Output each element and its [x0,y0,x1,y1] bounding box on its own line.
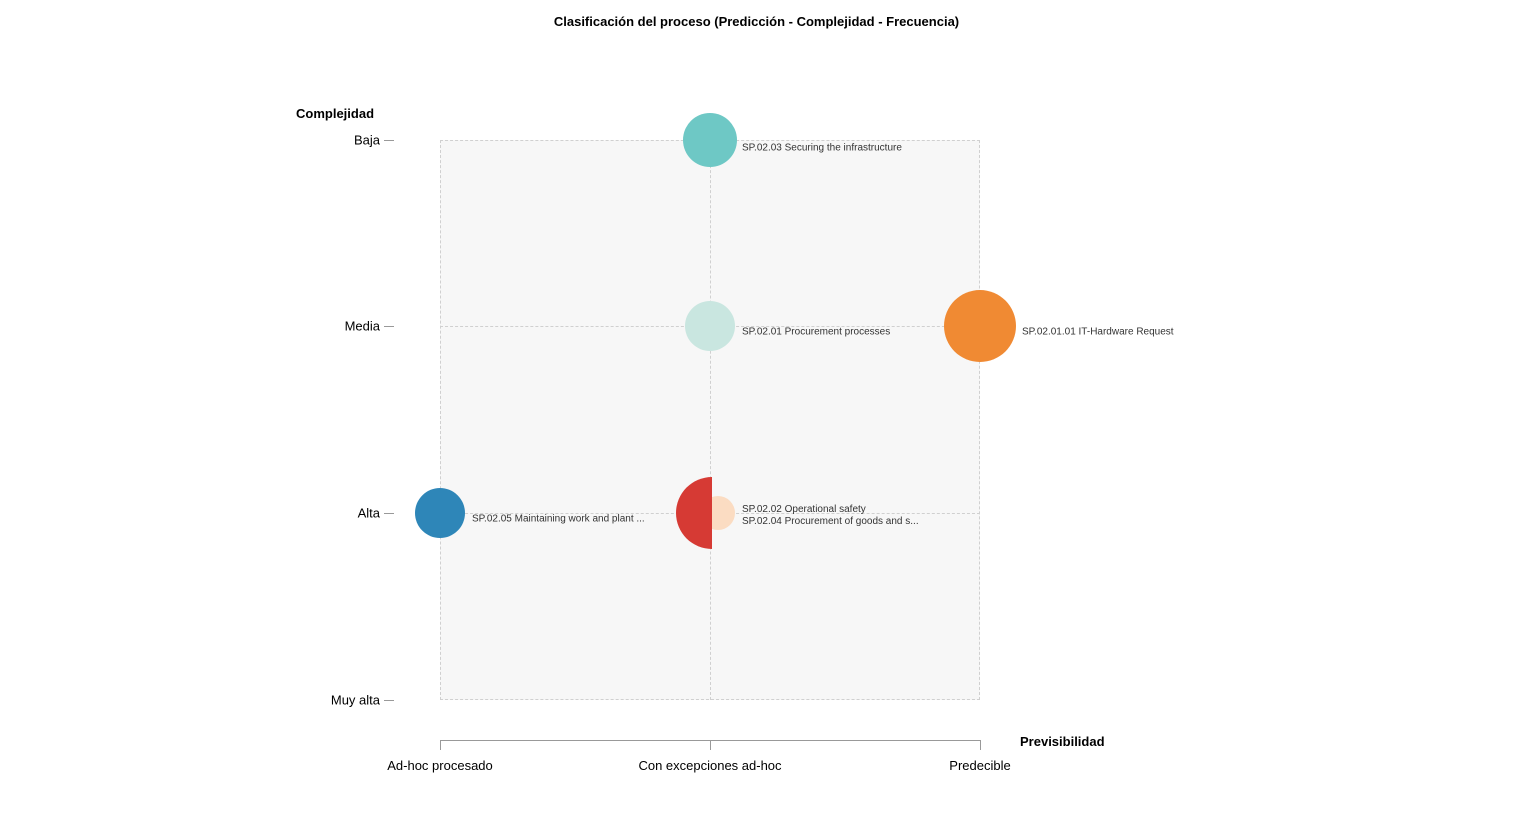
chart-title: Clasificación del proceso (Predicción - … [0,14,1513,29]
x-tick-excep: Con excepciones ad-hoc [638,758,781,773]
bubble-label-procurement-processes: SP.02.01 Procurement processes [742,327,890,338]
chart-container: Clasificación del proceso (Predicción - … [0,0,1513,830]
bubble-label-maintaining: SP.02.05 Maintaining work and plant ... [472,514,645,525]
y-tick-muyalta: Muy alta [300,693,380,708]
bubble-maintaining[interactable] [415,488,465,538]
y-tick-alta: Alta [300,506,380,521]
x-tick-pred: Predecible [949,758,1010,773]
y-axis-title: Complejidad [296,106,374,121]
bubble-label-procurement-goods: SP.02.04 Procurement of goods and s... [742,516,919,528]
x-axis-title: Previsibilidad [1020,734,1105,749]
y-tick-baja: Baja [300,133,380,148]
x-tick-adhoc: Ad-hoc procesado [387,758,493,773]
y-tick-media: Media [300,319,380,334]
bubble-label-securing-infra: SP.02.03 Securing the infrastructure [742,143,902,154]
bubble-label-it-hardware: SP.02.01.01 IT-Hardware Request [1022,327,1174,338]
bubble-label-ops-and-goods: SP.02.02 Operational safety SP.02.04 Pro… [742,504,919,528]
plot-area [440,140,980,700]
bubble-it-hardware[interactable] [944,290,1016,362]
bubble-securing-infra[interactable] [683,113,737,167]
bubble-procurement-processes[interactable] [685,301,735,351]
bubble-label-operational-safety: SP.02.02 Operational safety [742,504,919,516]
